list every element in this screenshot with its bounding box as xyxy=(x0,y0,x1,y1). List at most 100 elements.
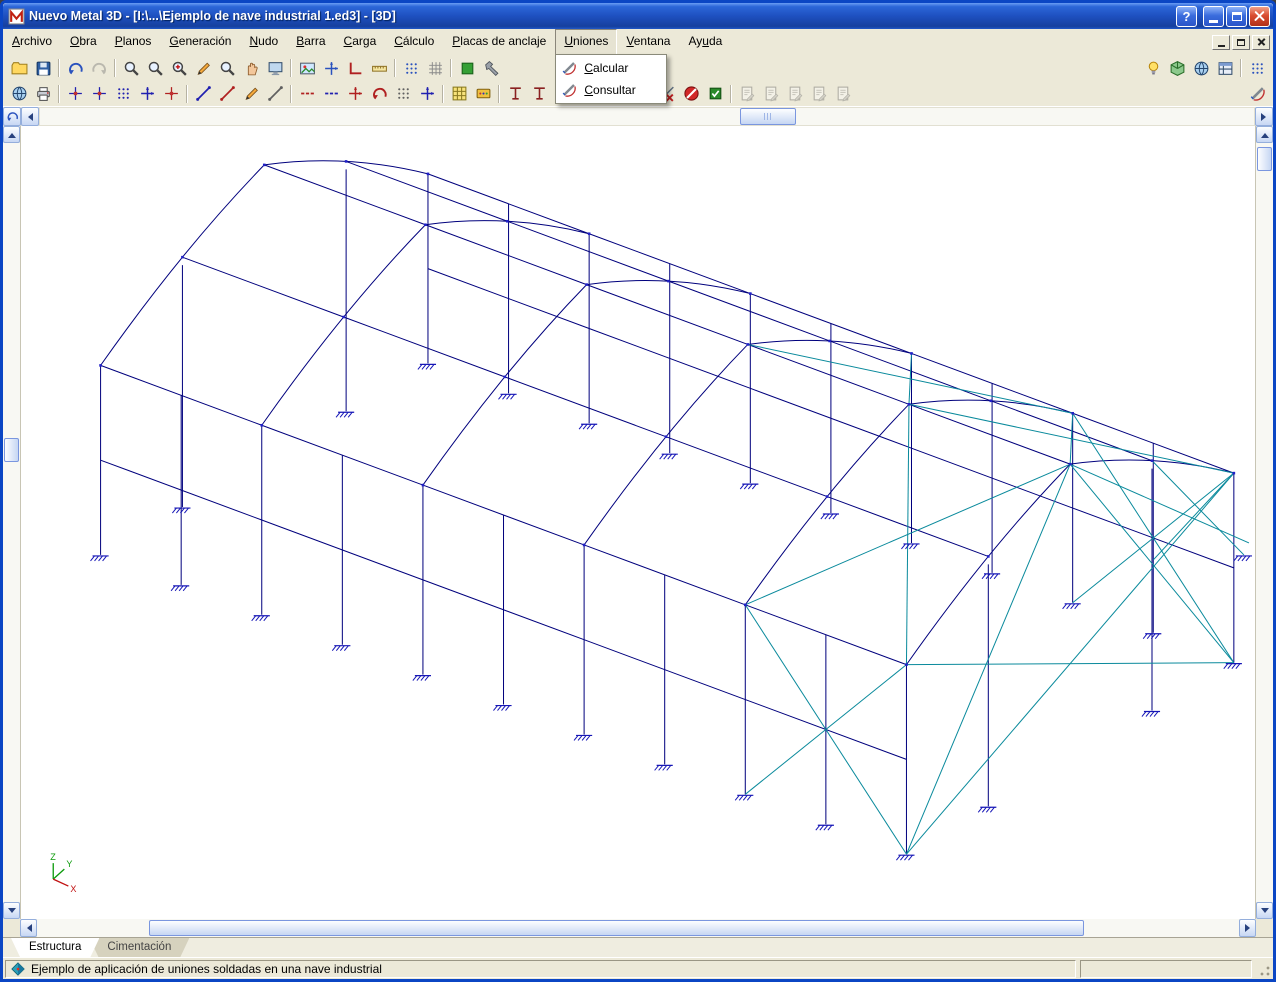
window-panel-button[interactable] xyxy=(1213,57,1237,79)
bar-split-button[interactable] xyxy=(319,83,343,105)
resize-grip[interactable] xyxy=(1258,965,1271,978)
layer-visibility-button[interactable] xyxy=(455,57,479,79)
status-aux-panel xyxy=(1080,959,1252,978)
project-data-button[interactable] xyxy=(7,83,31,105)
results-button[interactable] xyxy=(703,83,727,105)
rotate-up-right-button[interactable] xyxy=(1256,126,1273,143)
menu-generacion[interactable]: Generación xyxy=(160,29,240,55)
minimize-button[interactable] xyxy=(1203,5,1224,27)
title-bar: Nuevo Metal 3D - [I:\...\Ejemplo de nave… xyxy=(3,3,1273,29)
ortho-mode-button[interactable] xyxy=(343,57,367,79)
menu-planos[interactable]: Planos xyxy=(106,29,161,55)
zoom-previous-icon xyxy=(219,60,236,77)
rotation-track-right[interactable] xyxy=(1256,143,1273,902)
menu-nudo[interactable]: Nudo xyxy=(240,29,287,55)
pallet-button[interactable] xyxy=(471,83,495,105)
zoom-extents-button[interactable] xyxy=(143,57,167,79)
maximize-button[interactable] xyxy=(1226,5,1247,27)
node-move-button[interactable] xyxy=(87,83,111,105)
rotate-icon xyxy=(6,110,19,123)
rotate-down-left-button[interactable] xyxy=(3,902,20,919)
tools-button[interactable] xyxy=(479,57,503,79)
move-label-button[interactable] xyxy=(319,57,343,79)
zoom-previous-button[interactable] xyxy=(215,57,239,79)
rotation-track-bottom[interactable] xyxy=(37,919,1239,937)
bar-material-button[interactable] xyxy=(263,83,287,105)
zoom-window-button[interactable] xyxy=(167,57,191,79)
rotation-thumb-horizontal[interactable] xyxy=(740,108,796,125)
help-button[interactable]: ? xyxy=(1176,5,1197,27)
view-3d-button[interactable] xyxy=(1165,57,1189,79)
grid-button[interactable] xyxy=(423,57,447,79)
menu-placas-de-anclaje[interactable]: Placas de anclaje xyxy=(443,29,555,55)
rotate-left-button[interactable] xyxy=(21,107,39,126)
tab-estructura[interactable]: Estructura xyxy=(11,938,99,957)
save-button[interactable] xyxy=(31,57,55,79)
rotation-track-horizontal[interactable] xyxy=(39,107,1255,126)
model-canvas[interactable]: ZY X xyxy=(20,126,1256,919)
menu-ventana[interactable]: Ventana xyxy=(617,29,679,55)
buckling-group-button[interactable] xyxy=(527,83,551,105)
bar-delete-button[interactable] xyxy=(215,83,239,105)
close-button[interactable] xyxy=(1249,5,1270,27)
mdi-minimize-button[interactable] xyxy=(1212,34,1230,50)
union-generate-button[interactable] xyxy=(1245,83,1269,105)
node-delete-button[interactable] xyxy=(159,83,183,105)
menu-obra[interactable]: Obra xyxy=(61,29,106,55)
menu-uniones[interactable]: Uniones Calcular Consultar xyxy=(555,29,668,104)
open-button[interactable] xyxy=(7,57,31,79)
bar-cross-button[interactable] xyxy=(415,83,439,105)
node-bind-button[interactable] xyxy=(135,83,159,105)
abort-button[interactable] xyxy=(679,83,703,105)
measure-button[interactable] xyxy=(367,57,391,79)
structure-wireframe[interactable]: ZY X xyxy=(21,126,1255,919)
bar-arc-button[interactable] xyxy=(367,83,391,105)
bar-axes-button[interactable] xyxy=(343,83,367,105)
print-button[interactable] xyxy=(31,83,55,105)
open-icon xyxy=(11,60,28,77)
bar-dashed-button[interactable] xyxy=(391,83,415,105)
rotate-down-right-button[interactable] xyxy=(1256,902,1273,919)
menuitem-calcular[interactable]: Calcular xyxy=(558,57,664,79)
left-arrow-icon xyxy=(23,924,32,932)
snap-points-button[interactable] xyxy=(399,57,423,79)
redraw-button[interactable] xyxy=(191,57,215,79)
tab-cimentacion[interactable]: Cimentación xyxy=(89,938,189,957)
scroll-right-button[interactable] xyxy=(1239,919,1256,937)
right-arrow-icon xyxy=(1244,924,1254,932)
menu-carga[interactable]: Carga xyxy=(335,29,386,55)
buckling-button[interactable] xyxy=(503,83,527,105)
dock-config-button[interactable] xyxy=(1245,57,1269,79)
bar-describe-button[interactable] xyxy=(239,83,263,105)
rotate-right-button[interactable] xyxy=(1255,107,1273,126)
shading-button[interactable] xyxy=(1189,57,1213,79)
undo-button[interactable] xyxy=(63,57,87,79)
bar-join-button[interactable] xyxy=(295,83,319,105)
rotation-thumb-right[interactable] xyxy=(1257,147,1272,171)
screen-capture-button[interactable] xyxy=(263,57,287,79)
rotation-track-left[interactable] xyxy=(3,143,20,902)
rotate-view-button[interactable] xyxy=(3,107,21,126)
rotation-thumb-bottom[interactable] xyxy=(149,920,1084,936)
image-export-button[interactable] xyxy=(295,57,319,79)
mdi-close-button[interactable] xyxy=(1252,34,1270,50)
status-text: Ejemplo de aplicación de uniones soldada… xyxy=(31,961,382,976)
menuitem-consultar[interactable]: Consultar xyxy=(558,79,664,101)
zoom-search-button[interactable] xyxy=(119,57,143,79)
menu-ayuda[interactable]: Ayuda xyxy=(679,29,731,55)
generation-grid-button[interactable] xyxy=(447,83,471,105)
scroll-left-button[interactable] xyxy=(20,919,37,937)
pan-button[interactable] xyxy=(239,57,263,79)
node-mesh-button[interactable] xyxy=(111,83,135,105)
mdi-restore-button[interactable] xyxy=(1232,34,1250,50)
menu-calculo[interactable]: Cálculo xyxy=(385,29,443,55)
menu-barra[interactable]: Barra xyxy=(287,29,334,55)
bar-new-button[interactable] xyxy=(191,83,215,105)
node-new-button[interactable] xyxy=(63,83,87,105)
light-render-button[interactable] xyxy=(1141,57,1165,79)
menu-archivo[interactable]: Archivo xyxy=(3,29,61,55)
rotation-thumb-left[interactable] xyxy=(4,438,19,462)
rotate-up-left-button[interactable] xyxy=(3,126,20,143)
svg-text:Y: Y xyxy=(66,859,72,869)
down-arrow-icon xyxy=(7,907,16,917)
